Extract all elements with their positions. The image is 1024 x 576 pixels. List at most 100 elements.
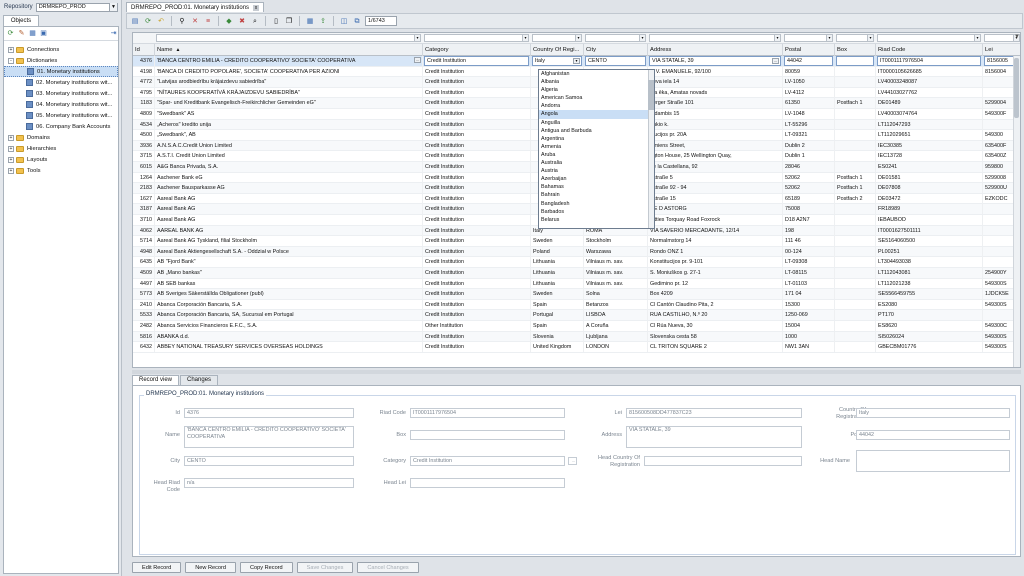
tree-node[interactable]: + Layouts xyxy=(4,154,118,165)
table-cell[interactable]: S. Moniuškos g. 27-1 xyxy=(648,268,783,278)
table-cell[interactable] xyxy=(835,215,876,225)
table-cell[interactable]: LT-01103 xyxy=(783,278,835,289)
table-cell[interactable]: Credit Institution xyxy=(423,204,531,215)
table-cell[interactable]: 6432 xyxy=(133,342,155,353)
column-header[interactable]: Category xyxy=(423,44,531,56)
grid-scrollbar[interactable] xyxy=(1013,56,1020,367)
tree-node[interactable]: 06. Company Bank Accounts xyxy=(4,121,118,132)
table-cell[interactable] xyxy=(835,299,876,310)
table-cell[interactable]: LT112029651 xyxy=(876,130,983,141)
table-cell[interactable] xyxy=(835,225,876,236)
table-cell[interactable]: Warszawa xyxy=(584,246,648,257)
filter-dropdown-icon[interactable]: ▾ xyxy=(974,35,980,41)
table-cell[interactable]: AB Sveriges Säkerställda Obligationer (p… xyxy=(155,289,423,300)
table-cell[interactable] xyxy=(835,87,876,98)
table-cell[interactable]: "Spar- und Kreditbank Evangelisch-Freiki… xyxy=(155,98,423,109)
table-cell[interactable]: Credit Institution xyxy=(423,236,531,247)
table-cell[interactable]: AB "Fjord Bank" xyxy=(155,257,423,268)
cell-editor[interactable]: VIA STATALE, 39... xyxy=(649,56,781,66)
table-cell[interactable]: Aareal Bank Aktiengesellschaft S.A. - Od… xyxy=(155,246,423,257)
table-cell[interactable]: RUA CASTILHO, N.º 20 xyxy=(648,310,783,321)
tree-node[interactable]: - Dictionaries xyxy=(4,55,118,66)
table-cell[interactable]: FR18989 xyxy=(876,204,983,215)
table-cell[interactable]: Credit Institution xyxy=(423,130,531,141)
filter-dropdown-icon[interactable]: ▾ xyxy=(826,35,832,41)
filter-dropdown-icon[interactable]: ▾ xyxy=(575,35,581,41)
table-cell[interactable]: 4948 xyxy=(133,246,155,257)
table-cell[interactable]: Rondo ONZ 1 xyxy=(648,246,783,257)
table-cell[interactable]: 65189 xyxy=(783,193,835,204)
error-icon[interactable]: ✖ xyxy=(237,16,247,26)
table-cell[interactable]: Credit Institution xyxy=(423,87,531,98)
table-cell[interactable]: Credit Institution xyxy=(423,215,531,225)
country-option[interactable]: Belarus xyxy=(539,216,654,224)
table-cell[interactable]: 4772 xyxy=(133,77,155,88)
table-cell[interactable]: Gedimino pr. 12 xyxy=(648,278,783,289)
table-row[interactable]: 6432 ABBEY NATIONAL TREASURY SERVICES OVE… xyxy=(133,342,1020,353)
table-cell[interactable]: Slovenia xyxy=(531,331,584,342)
table-cell[interactable]: IT0001627501111 xyxy=(876,225,983,236)
document-icon[interactable]: ▯ xyxy=(271,16,281,26)
expand-icon[interactable]: + xyxy=(8,46,14,53)
column-header[interactable]: Box xyxy=(835,44,876,56)
table-cell[interactable]: SE5566459755 xyxy=(876,289,983,300)
table-cell[interactable]: Normalmstorg 14 xyxy=(648,236,783,247)
table-row[interactable]: 6435 AB "Fjord Bank" Credit Institution Lit… xyxy=(133,257,1020,268)
table-cell[interactable]: Sweden xyxy=(531,289,584,300)
grid-icon[interactable]: ▦ xyxy=(305,16,315,26)
table-cell[interactable]: VIA SAVERIO MERCADANTE, 12/14 xyxy=(648,225,783,236)
filter-dropdown-icon[interactable]: ▾ xyxy=(867,35,873,41)
table-cell[interactable]: 3936 xyxy=(133,140,155,151)
table-cell[interactable]: Postfach 1 xyxy=(835,183,876,194)
table-cell[interactable]: Credit Institution xyxy=(423,98,531,109)
tools-icon[interactable]: ✎ xyxy=(17,29,26,38)
table-cell[interactable]: A.N.S.A.C.Credit Union Limited xyxy=(155,140,423,151)
table-cell[interactable]: LV-4112 xyxy=(783,87,835,98)
table-cell[interactable]: 15300 xyxy=(783,299,835,310)
lei-field[interactable]: 815600508DD477837C23 xyxy=(626,408,802,418)
table-cell[interactable]: de la Castellana, 92 xyxy=(648,162,783,172)
table-cell[interactable]: Credit Institution xyxy=(423,109,531,119)
table-cell[interactable] xyxy=(835,278,876,289)
table-cell[interactable]: 4198 xyxy=(133,66,155,77)
table-cell[interactable]: LV40003248087 xyxy=(876,77,983,88)
table-cell[interactable]: Aachener Bausparkasse AG xyxy=(155,183,423,194)
table-cell[interactable]: Amiens Street, xyxy=(648,140,783,151)
table-cell[interactable]: D18 A2N7 xyxy=(783,215,835,225)
table-cell[interactable]: UE D ASTORG xyxy=(648,204,783,215)
collapse-icon[interactable]: - xyxy=(8,57,14,64)
table-cell[interactable]: 5816 xyxy=(133,331,155,342)
table-cell[interactable]: Stockholm xyxy=(584,236,648,247)
country-option[interactable]: American Samoa xyxy=(539,94,654,102)
table-cell[interactable]: Postfach 2 xyxy=(835,193,876,204)
table-cell[interactable]: Credit Institution xyxy=(423,140,531,151)
table-cell[interactable]: PL00251 xyxy=(876,246,983,257)
refresh-icon[interactable]: ⟳ xyxy=(143,16,153,26)
table-cell[interactable]: berger Straße 101 xyxy=(648,98,783,109)
table-cell[interactable]: Solna xyxy=(584,289,648,300)
table-cell[interactable] xyxy=(835,140,876,151)
table-cell[interactable] xyxy=(835,162,876,172)
table-cell[interactable]: Vilniaus m. sav. xyxy=(584,268,648,278)
table-row[interactable]: 5773 AB Sveriges Säkerställda Obligatione… xyxy=(133,289,1020,300)
table-cell[interactable]: ABBEY NATIONAL TREASURY SERVICES OVERSEA… xyxy=(155,342,423,353)
table-cell[interactable]: Poland xyxy=(531,246,584,257)
table-cell[interactable]: 15004 xyxy=(783,321,835,331)
table-cell[interactable] xyxy=(835,66,876,77)
table-cell[interactable]: O V. EMANUELE, 92/100 xyxy=(648,66,783,77)
table-cell[interactable]: Credit Institution xyxy=(423,331,531,342)
table-cell[interactable]: 2183 xyxy=(133,183,155,194)
filter-icon[interactable]: ▦ xyxy=(28,29,37,38)
head-country-field[interactable] xyxy=(644,456,802,466)
table-cell[interactable]: Credit Institution xyxy=(423,246,531,257)
table-cell[interactable]: nstraße 5 xyxy=(648,172,783,183)
column-filter[interactable]: ▾ xyxy=(649,34,781,42)
table-cell[interactable]: ABANKA d.d. xyxy=(155,331,423,342)
table-cell[interactable]: Abanca Corporación Bancaria, S.A. xyxy=(155,299,423,310)
tree-node[interactable]: + Connections xyxy=(4,44,118,55)
table-cell[interactable]: LT112047293 xyxy=(876,119,983,130)
cell-editor[interactable]: 44042 xyxy=(784,56,833,66)
head-name-field[interactable] xyxy=(856,450,1010,472)
table-cell[interactable]: LT-08115 xyxy=(783,268,835,278)
scrollbar-thumb[interactable] xyxy=(1014,58,1019,118)
